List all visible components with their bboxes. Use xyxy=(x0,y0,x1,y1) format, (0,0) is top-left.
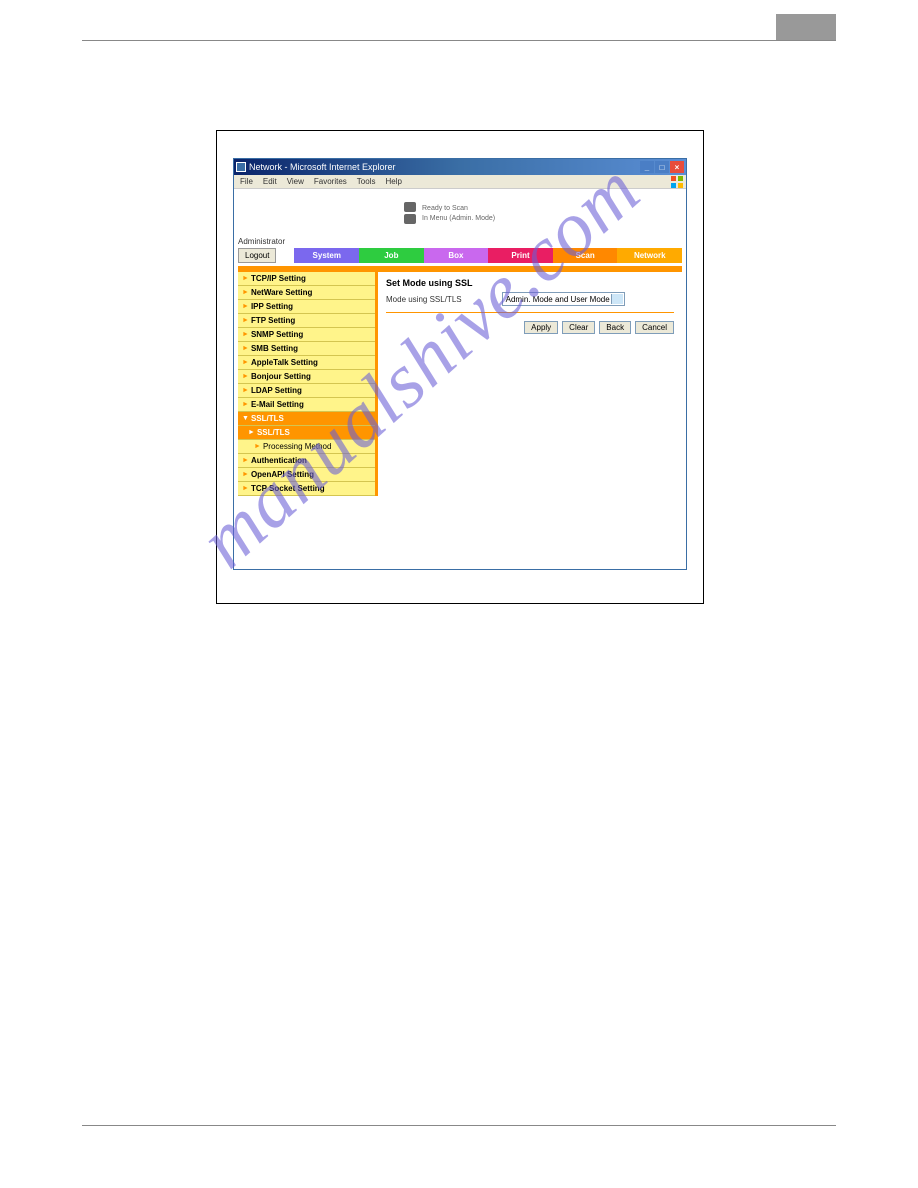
page-tab xyxy=(776,14,836,40)
sidebar-item-label: Authentication xyxy=(251,456,307,465)
sidebar-item-label: Processing Method xyxy=(263,442,331,451)
sidebar-item-tcpsocket[interactable]: ►TCP Socket Setting xyxy=(238,482,375,496)
sidebar-item-smb[interactable]: ►SMB Setting xyxy=(238,342,375,356)
apply-button[interactable]: Apply xyxy=(524,321,558,334)
sidebar-item-label: LDAP Setting xyxy=(251,386,302,395)
arrow-icon: ► xyxy=(242,457,249,464)
menu-help[interactable]: Help xyxy=(385,177,401,186)
sidebar-item-authentication[interactable]: ►Authentication xyxy=(238,454,375,468)
sidebar-item-processing[interactable]: ►Processing Method xyxy=(238,440,375,454)
logout-button[interactable]: Logout xyxy=(238,248,276,263)
menubar: File Edit View Favorites Tools Help xyxy=(234,175,686,189)
sidebar-item-label: TCP Socket Setting xyxy=(251,484,325,493)
panel-title: Set Mode using SSL xyxy=(386,278,674,288)
content-area: ►TCP/IP Setting ►NetWare Setting ►IPP Se… xyxy=(234,272,686,496)
printer-icon xyxy=(404,214,416,224)
sidebar-item-label: Bonjour Setting xyxy=(251,372,311,381)
page-bottom-rule xyxy=(82,1125,836,1126)
sidebar-item-tcpip[interactable]: ►TCP/IP Setting xyxy=(238,272,375,286)
form-row: Mode using SSL/TLS Admin. Mode and User … xyxy=(386,292,674,306)
status-menu: In Menu (Admin. Mode) xyxy=(422,215,495,222)
sidebar-item-label: SNMP Setting xyxy=(251,330,303,339)
sidebar-item-ssl-child[interactable]: ►SSL/TLS xyxy=(238,426,375,440)
divider xyxy=(386,312,674,313)
sidebar-item-ldap[interactable]: ►LDAP Setting xyxy=(238,384,375,398)
tab-network[interactable]: Network xyxy=(617,248,682,263)
sidebar-item-ftp[interactable]: ►FTP Setting xyxy=(238,314,375,328)
sidebar-item-label: TCP/IP Setting xyxy=(251,274,306,283)
admin-label: Administrator xyxy=(234,237,686,248)
button-row: Apply Clear Back Cancel xyxy=(386,321,674,334)
sidebar-item-label: FTP Setting xyxy=(251,316,295,325)
sidebar: ►TCP/IP Setting ►NetWare Setting ►IPP Se… xyxy=(238,272,378,496)
sidebar-item-ssl-parent[interactable]: ▼SSL/TLS xyxy=(238,412,375,426)
sidebar-item-snmp[interactable]: ►SNMP Setting xyxy=(238,328,375,342)
sidebar-item-label: SSL/TLS xyxy=(251,414,284,423)
tab-system[interactable]: System xyxy=(294,248,359,263)
arrow-icon: ► xyxy=(242,275,249,282)
arrow-icon: ► xyxy=(242,331,249,338)
maximize-button[interactable]: □ xyxy=(655,161,669,173)
page-top-rule xyxy=(82,40,836,41)
tab-row: Logout System Job Box Print Scan Network xyxy=(234,248,686,263)
screenshot-frame: Network - Microsoft Internet Explorer _ … xyxy=(216,130,704,604)
select-value: Admin. Mode and User Mode xyxy=(506,295,610,304)
windows-logo-icon xyxy=(670,175,684,189)
mode-select[interactable]: Admin. Mode and User Mode xyxy=(502,292,625,306)
printer-icon xyxy=(404,202,416,212)
titlebar: Network - Microsoft Internet Explorer _ … xyxy=(234,159,686,175)
ie-icon xyxy=(236,162,246,172)
arrow-icon: ► xyxy=(242,485,249,492)
sidebar-item-ipp[interactable]: ►IPP Setting xyxy=(238,300,375,314)
tab-job[interactable]: Job xyxy=(359,248,424,263)
menu-tools[interactable]: Tools xyxy=(357,177,376,186)
sidebar-item-label: SSL/TLS xyxy=(257,428,290,437)
arrow-down-icon: ▼ xyxy=(242,415,249,422)
sidebar-item-label: OpenAPI Setting xyxy=(251,470,314,479)
arrow-icon: ► xyxy=(242,471,249,478)
close-button[interactable]: × xyxy=(670,161,684,173)
tab-print[interactable]: Print xyxy=(488,248,553,263)
clear-button[interactable]: Clear xyxy=(562,321,595,334)
arrow-icon: ► xyxy=(242,289,249,296)
arrow-icon: ► xyxy=(242,303,249,310)
sidebar-item-openapi[interactable]: ►OpenAPI Setting xyxy=(238,468,375,482)
sidebar-item-label: E-Mail Setting xyxy=(251,400,304,409)
arrow-icon: ► xyxy=(242,387,249,394)
status-area: Ready to Scan In Menu (Admin. Mode) xyxy=(234,189,686,237)
sidebar-item-label: SMB Setting xyxy=(251,344,298,353)
sidebar-item-label: NetWare Setting xyxy=(251,288,313,297)
menu-edit[interactable]: Edit xyxy=(263,177,277,186)
mode-label: Mode using SSL/TLS xyxy=(386,295,462,304)
menu-view[interactable]: View xyxy=(287,177,304,186)
window-controls: _ □ × xyxy=(640,161,684,173)
cancel-button[interactable]: Cancel xyxy=(635,321,674,334)
sidebar-item-bonjour[interactable]: ►Bonjour Setting xyxy=(238,370,375,384)
minimize-button[interactable]: _ xyxy=(640,161,654,173)
arrow-icon: ► xyxy=(248,429,255,436)
arrow-icon: ► xyxy=(242,401,249,408)
arrow-icon: ► xyxy=(242,345,249,352)
status-ready: Ready to Scan xyxy=(422,205,495,212)
tab-scan[interactable]: Scan xyxy=(553,248,618,263)
main-panel: Set Mode using SSL Mode using SSL/TLS Ad… xyxy=(378,272,682,496)
browser-window: Network - Microsoft Internet Explorer _ … xyxy=(233,158,687,570)
window-title: Network - Microsoft Internet Explorer xyxy=(249,162,396,172)
arrow-icon: ► xyxy=(242,373,249,380)
sidebar-item-netware[interactable]: ►NetWare Setting xyxy=(238,286,375,300)
menu-file[interactable]: File xyxy=(240,177,253,186)
back-button[interactable]: Back xyxy=(599,321,631,334)
sidebar-item-appletalk[interactable]: ►AppleTalk Setting xyxy=(238,356,375,370)
arrow-icon: ► xyxy=(254,443,261,450)
arrow-icon: ► xyxy=(242,359,249,366)
menu-favorites[interactable]: Favorites xyxy=(314,177,347,186)
sidebar-item-email[interactable]: ►E-Mail Setting xyxy=(238,398,375,412)
sidebar-item-label: IPP Setting xyxy=(251,302,293,311)
tab-box[interactable]: Box xyxy=(424,248,489,263)
sidebar-item-label: AppleTalk Setting xyxy=(251,358,318,367)
arrow-icon: ► xyxy=(242,317,249,324)
